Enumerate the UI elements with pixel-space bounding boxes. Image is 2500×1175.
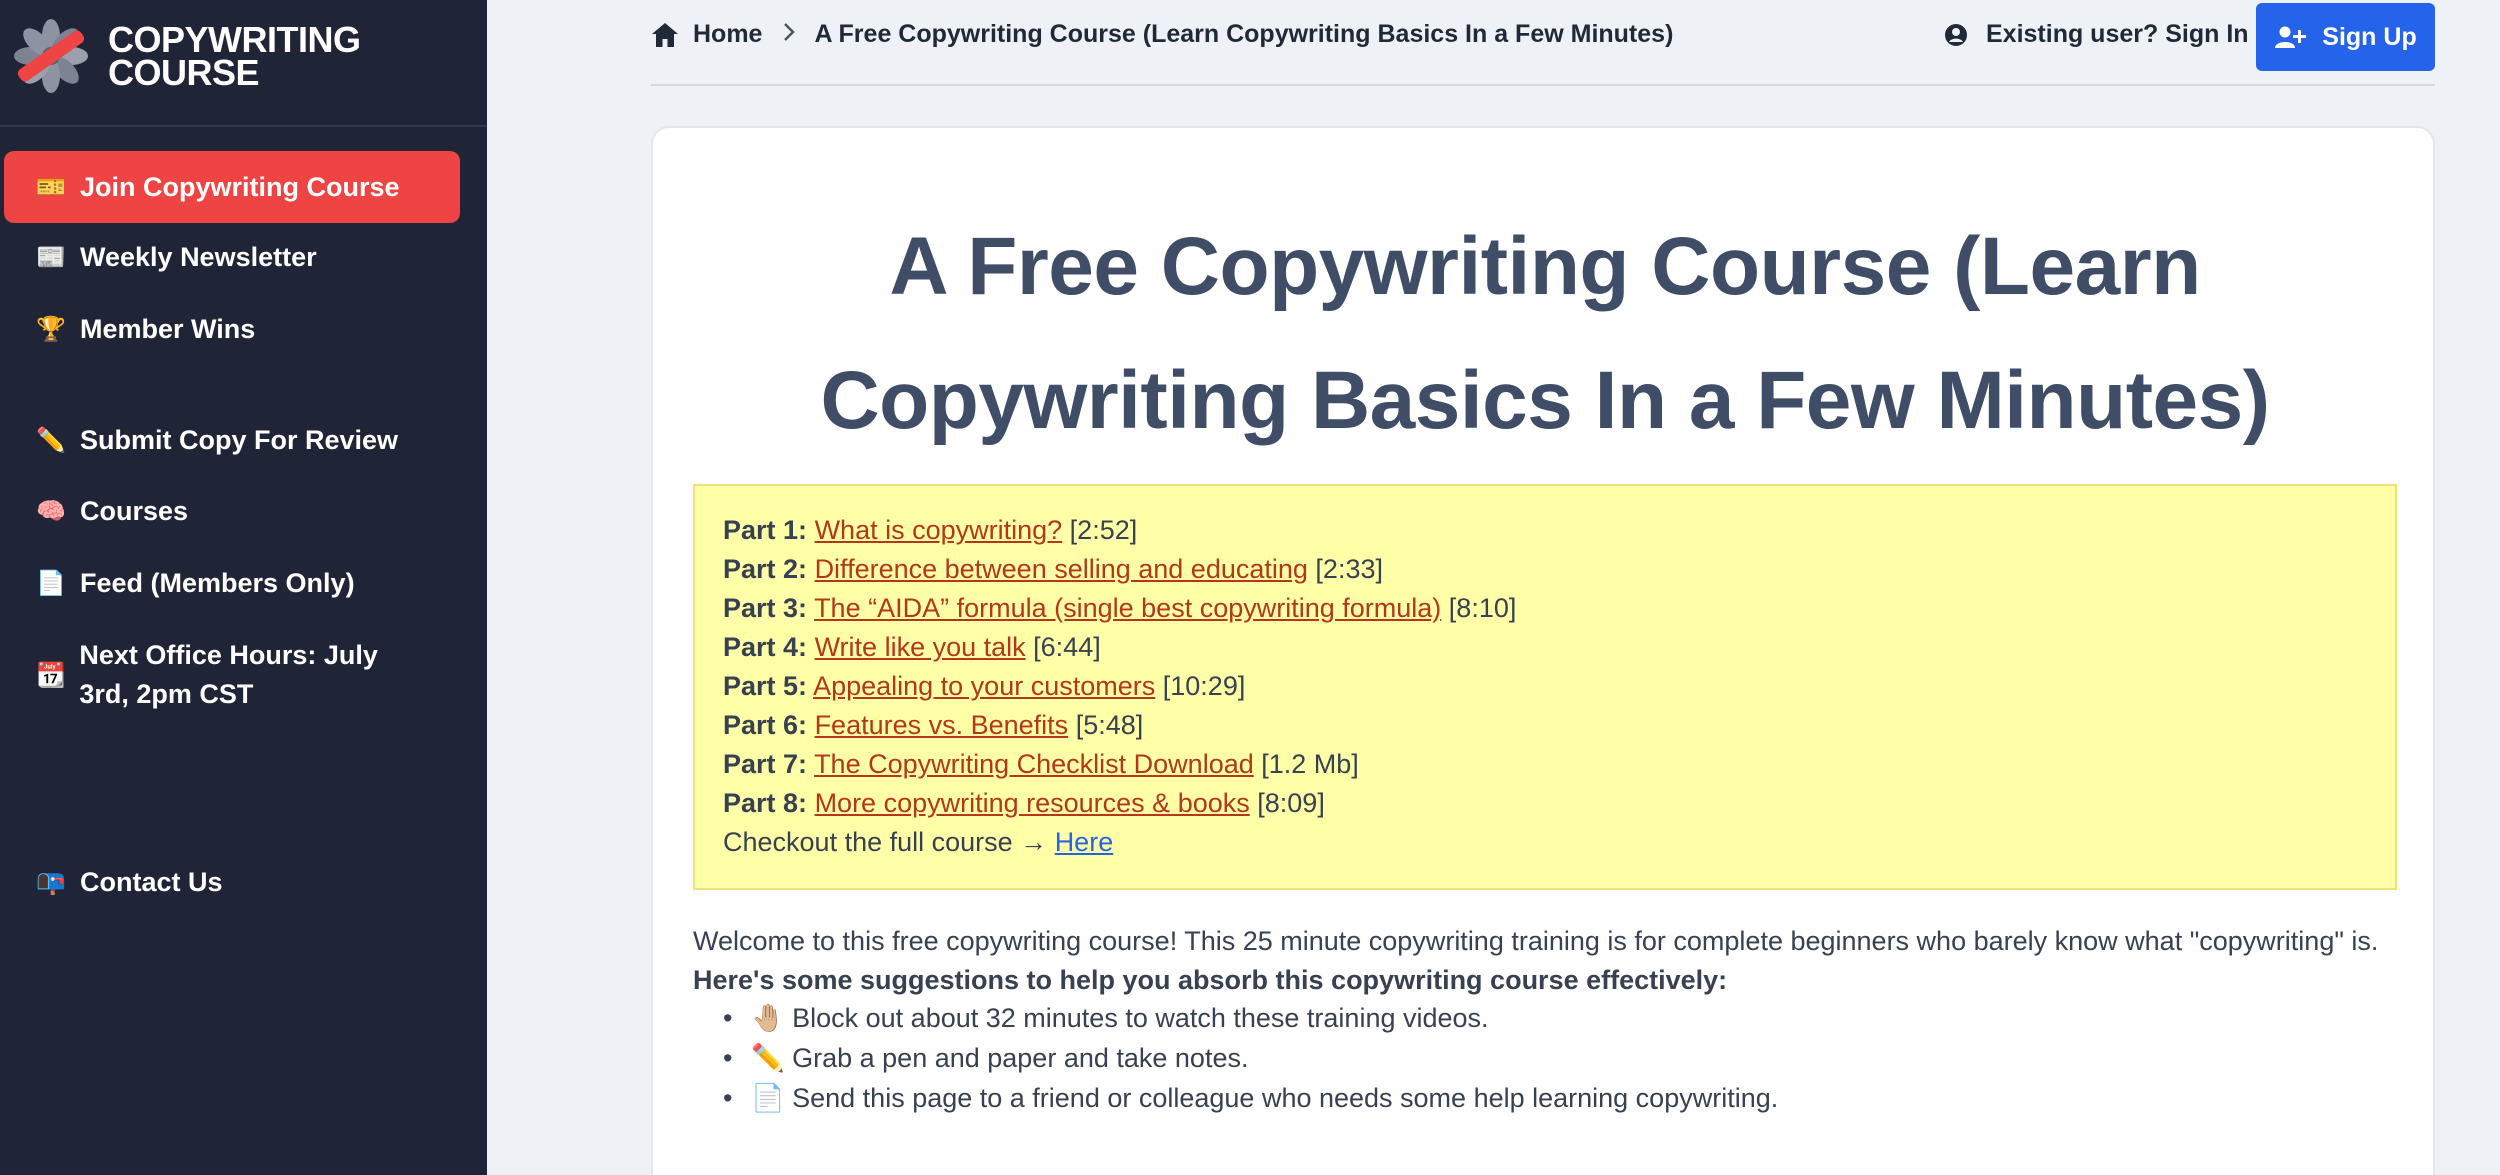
signup-button[interactable]: Sign Up xyxy=(2256,3,2435,71)
toc-meta: [2:52] xyxy=(1069,515,1138,545)
toc-meta: [10:29] xyxy=(1162,671,1246,701)
toc-part: Part 1: xyxy=(723,515,808,545)
trophy-icon: 🏆 xyxy=(36,316,66,343)
top-bar: Home A Free Copywriting Course (Learn Co… xyxy=(651,0,2435,86)
sidebar-divider xyxy=(0,125,487,127)
toc-link[interactable]: The Copywriting Checklist Download xyxy=(814,749,1254,779)
toc-link[interactable]: Features vs. Benefits xyxy=(815,710,1069,740)
list-item: ✏️ Grab a pen and paper and take notes. xyxy=(723,1038,1778,1078)
brand-name: COPYWRITING COURSE xyxy=(108,22,361,93)
sidebar-item-submit-copy[interactable]: ✏️ Submit Copy For Review xyxy=(4,421,460,460)
page-title: A Free Copywriting Course (Learn Copywri… xyxy=(820,221,2270,446)
toc-part: Part 8: xyxy=(723,788,808,818)
sidebar-item-label: Join Copywriting Course xyxy=(80,171,400,202)
signin-link[interactable]: Existing user? Sign In xyxy=(1944,20,2249,49)
toc-meta: [1.2 Mb] xyxy=(1261,749,1359,779)
toc-meta: [8:10] xyxy=(1448,593,1517,623)
toc-link[interactable]: Difference between selling and educating xyxy=(815,554,1308,584)
suggestions-list: 🤚🏼 Block out about 32 minutes to watch t… xyxy=(723,998,1778,1118)
sidebar-item-office-hours[interactable]: 📆 Next Office Hours: July 3rd, 2pm CST xyxy=(4,636,424,714)
sidebar-item-join[interactable]: 🎫 Join Copywriting Course xyxy=(4,151,460,223)
article-card: A Free Copywriting Course (Learn Copywri… xyxy=(651,126,2435,1175)
suggestions-heading: Here's some suggestions to help you abso… xyxy=(693,965,1728,995)
user-plus-icon xyxy=(2274,25,2307,49)
sidebar-item-label: Feed (Members Only) xyxy=(80,568,355,598)
toc-part: Part 7: xyxy=(723,749,808,779)
sidebar-item-courses[interactable]: 🧠 Courses xyxy=(4,492,460,531)
sidebar-item-feed[interactable]: 📄 Feed (Members Only) xyxy=(4,564,460,603)
toc-part: Part 3: xyxy=(723,593,808,623)
course-toc: Part 1: What is copywriting? [2:52] Part… xyxy=(693,484,2397,890)
signin-label: Existing user? Sign In xyxy=(1986,20,2249,48)
logo-flower-icon xyxy=(14,19,88,93)
sidebar-item-member-wins[interactable]: 🏆 Member Wins xyxy=(4,310,460,349)
toc-link[interactable]: The “AIDA” formula (single best copywrit… xyxy=(814,593,1441,623)
ticket-icon: 🎫 xyxy=(36,173,66,201)
intro-text: Welcome to this free copywriting course!… xyxy=(693,926,2379,956)
calendar-icon: 📆 xyxy=(36,661,66,689)
toc-part: Part 6: xyxy=(723,710,808,740)
breadcrumb-home-link[interactable]: Home xyxy=(693,20,762,49)
sidebar-item-label: Courses xyxy=(80,496,189,526)
brand-logo[interactable]: COPYWRITING COURSE xyxy=(14,18,361,94)
breadcrumb: Home A Free Copywriting Course (Learn Co… xyxy=(651,20,1673,49)
sidebar-item-contact[interactable]: 📭 Contact Us xyxy=(4,863,460,902)
toc-row: Part 4: Write like you talk [6:44] xyxy=(723,628,2367,667)
toc-full-course: Checkout the full course → Here xyxy=(723,823,2367,862)
pencil-icon: ✏️ xyxy=(36,427,66,454)
toc-row: Part 2: Difference between selling and e… xyxy=(723,550,2367,589)
page-icon: 📄 xyxy=(36,570,66,597)
toc-meta: [6:44] xyxy=(1033,632,1101,662)
toc-meta: [8:09] xyxy=(1257,788,1325,818)
toc-row: Part 7: The Copywriting Checklist Downlo… xyxy=(723,745,2367,784)
full-course-link[interactable]: Here xyxy=(1055,827,1114,857)
full-course-text: Checkout the full course → xyxy=(723,827,1048,857)
toc-link[interactable]: What is copywriting? xyxy=(815,515,1063,545)
sidebar: COPYWRITING COURSE 🎫 Join Copywriting Co… xyxy=(0,0,487,1175)
toc-row: Part 6: Features vs. Benefits [5:48] xyxy=(723,706,2367,745)
toc-row: Part 8: More copywriting resources & boo… xyxy=(723,784,2367,823)
list-item: 🤚🏼 Block out about 32 minutes to watch t… xyxy=(723,998,1778,1038)
toc-row: Part 5: Appealing to your customers [10:… xyxy=(723,667,2367,706)
toc-meta: [2:33] xyxy=(1315,554,1383,584)
list-item: 📄 Send this page to a friend or colleagu… xyxy=(723,1078,1778,1118)
toc-part: Part 4: xyxy=(723,632,808,662)
toc-row: Part 1: What is copywriting? [2:52] xyxy=(723,511,2367,550)
sidebar-item-newsletter[interactable]: 📰 Weekly Newsletter xyxy=(4,238,460,277)
toc-part: Part 5: xyxy=(723,671,808,701)
toc-part: Part 2: xyxy=(723,554,808,584)
newspaper-icon: 📰 xyxy=(36,244,66,271)
toc-meta: [5:48] xyxy=(1075,710,1144,740)
toc-link[interactable]: Write like you talk xyxy=(815,632,1026,662)
user-circle-icon xyxy=(1944,23,1968,47)
sidebar-item-label: Contact Us xyxy=(80,867,223,897)
chevron-right-icon xyxy=(782,21,796,49)
intro-paragraph: Welcome to this free copywriting course!… xyxy=(693,922,2397,1000)
signup-label: Sign Up xyxy=(2322,22,2417,51)
toc-link[interactable]: Appealing to your customers xyxy=(813,671,1155,701)
mailbox-icon: 📭 xyxy=(36,869,66,896)
sidebar-item-label: Weekly Newsletter xyxy=(80,242,317,272)
toc-row: Part 3: The “AIDA” formula (single best … xyxy=(723,589,2367,628)
breadcrumb-current: A Free Copywriting Course (Learn Copywri… xyxy=(814,20,1674,48)
brain-icon: 🧠 xyxy=(36,498,66,525)
sidebar-item-label: Next Office Hours: July 3rd, 2pm CST xyxy=(79,640,378,709)
brand-line-2: COURSE xyxy=(108,52,260,93)
sidebar-item-label: Submit Copy For Review xyxy=(80,425,399,455)
sidebar-item-label: Member Wins xyxy=(80,314,256,344)
home-icon[interactable] xyxy=(651,22,679,48)
toc-link[interactable]: More copywriting resources & books xyxy=(815,788,1250,818)
